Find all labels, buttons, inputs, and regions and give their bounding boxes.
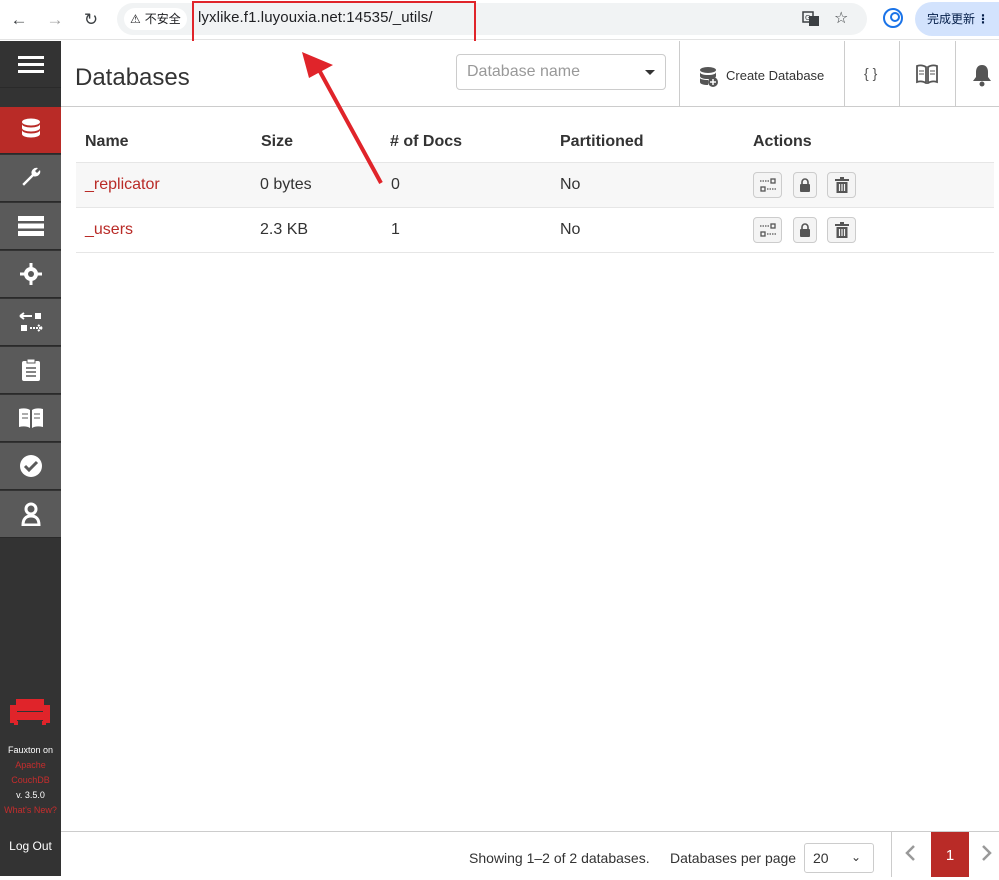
back-icon[interactable]: ← [8, 9, 30, 31]
sidebar: Fauxton on Apache CouchDB v. 3.5.0 What'… [0, 41, 61, 876]
column-header-docs[interactable]: # of Docs [390, 133, 462, 151]
header-divider [844, 41, 845, 107]
table-row: _users 2.3 KB 1 No [76, 208, 994, 253]
replication-icon [759, 178, 776, 192]
sidebar-item-config[interactable] [0, 251, 61, 298]
server-icon [17, 216, 44, 236]
dropdown-caret-icon [645, 70, 655, 75]
browser-toolbar: ← → ↻ ⚠ 不安全 lyxlike.f1.luyouxia.net:14535… [0, 0, 999, 40]
replicate-button[interactable] [753, 172, 782, 198]
api-docs-book-icon[interactable] [916, 64, 938, 87]
database-size: 2.3 KB [260, 221, 309, 238]
fauxton-version-info: Fauxton on Apache CouchDB v. 3.5.0 What'… [0, 743, 61, 818]
check-circle-icon [19, 455, 42, 477]
database-doc-count: 0 [391, 176, 400, 193]
per-page-value: 20 [813, 850, 829, 866]
bookmark-star-icon[interactable]: ☆ [834, 10, 848, 28]
create-database-label: Create Database [726, 68, 825, 83]
version-label: v. 3.5.0 [16, 790, 45, 800]
column-header-partitioned[interactable]: Partitioned [560, 133, 644, 151]
permissions-button[interactable] [793, 217, 817, 243]
clipboard-icon [21, 358, 40, 381]
sidebar-item-active-tasks[interactable] [0, 203, 61, 250]
sidebar-item-verify[interactable] [0, 443, 61, 490]
delete-database-button[interactable] [827, 172, 856, 198]
menu-dots-icon[interactable]: ⋮ [977, 2, 989, 36]
replication-icon [759, 223, 776, 237]
forward-icon[interactable]: → [44, 9, 66, 31]
couchdb-link[interactable]: CouchDB [0, 773, 61, 788]
json-view-icon[interactable]: { } [864, 65, 877, 81]
sidebar-item-user[interactable] [0, 491, 61, 538]
lock-icon [800, 178, 810, 192]
database-icon [21, 118, 40, 138]
permissions-button[interactable] [793, 172, 817, 198]
database-partitioned: No [560, 221, 581, 238]
whats-new-link[interactable]: What's New? [0, 803, 61, 818]
previous-page-icon[interactable] [904, 844, 916, 867]
database-name-link[interactable]: _replicator [85, 176, 160, 194]
sidebar-item-replication[interactable] [0, 299, 61, 346]
column-header-name[interactable]: Name [85, 133, 129, 151]
replication-icon [18, 312, 43, 332]
sidebar-item-databases[interactable] [0, 107, 61, 154]
page-header: Databases Database name Create Database … [61, 41, 999, 107]
next-page-icon[interactable] [981, 844, 993, 867]
profile-icon[interactable] [883, 8, 903, 28]
column-header-actions: Actions [753, 133, 812, 150]
per-page-select[interactable]: 20 ⌄ [804, 843, 874, 873]
user-icon [20, 502, 41, 526]
replicate-button[interactable] [753, 217, 782, 243]
trash-icon [834, 177, 849, 193]
notifications-bell-icon[interactable] [971, 63, 993, 90]
security-chip[interactable]: ⚠ 不安全 [124, 8, 187, 30]
sidebar-item-setup[interactable] [0, 155, 61, 202]
url-highlight-box [192, 1, 476, 44]
database-name-link[interactable]: _users [85, 221, 133, 239]
apache-link[interactable]: Apache [0, 758, 61, 773]
wrench-icon [21, 167, 40, 186]
database-name-search[interactable]: Database name [456, 54, 666, 90]
logout-button[interactable]: Log Out [0, 839, 61, 853]
header-divider [899, 41, 900, 107]
pagination-footer: Showing 1–2 of 2 databases. Databases pe… [61, 831, 999, 877]
trash-icon [834, 222, 849, 238]
couchdb-logo-icon [10, 699, 50, 725]
warning-icon: ⚠ [130, 12, 141, 26]
delete-database-button[interactable] [827, 217, 856, 243]
update-button[interactable]: 完成更新 ⋮ [915, 2, 999, 36]
translate-icon[interactable]: G [802, 10, 820, 33]
database-doc-count: 1 [391, 221, 400, 238]
update-label: 完成更新 [927, 12, 976, 26]
per-page-label: Databases per page [670, 850, 797, 866]
showing-count: Showing 1–2 of 2 databases. [469, 850, 650, 866]
database-add-icon [700, 67, 718, 87]
pagination-divider [891, 832, 892, 877]
header-divider [955, 41, 956, 107]
header-divider [679, 41, 680, 107]
database-size: 0 bytes [260, 176, 312, 193]
reload-icon[interactable]: ↻ [80, 9, 102, 31]
current-page-button[interactable]: 1 [931, 832, 969, 877]
database-partitioned: No [560, 176, 581, 193]
fauxton-on-label: Fauxton on [7, 745, 54, 755]
chevron-down-icon: ⌄ [850, 850, 861, 864]
column-header-size[interactable]: Size [261, 133, 293, 151]
svg-text:G: G [805, 14, 810, 22]
hamburger-menu-icon[interactable] [0, 41, 61, 88]
annotation-arrow [302, 52, 383, 184]
page-title: Databases [75, 64, 190, 91]
sidebar-item-docs[interactable] [0, 395, 61, 442]
lock-icon [800, 223, 810, 237]
gear-icon [19, 263, 42, 285]
table-row: _replicator 0 bytes 0 No [76, 163, 994, 208]
search-placeholder: Database name [467, 63, 580, 80]
security-label: 不安全 [144, 12, 181, 26]
sidebar-item-documentation-clipboard[interactable] [0, 347, 61, 394]
book-icon [18, 408, 43, 428]
